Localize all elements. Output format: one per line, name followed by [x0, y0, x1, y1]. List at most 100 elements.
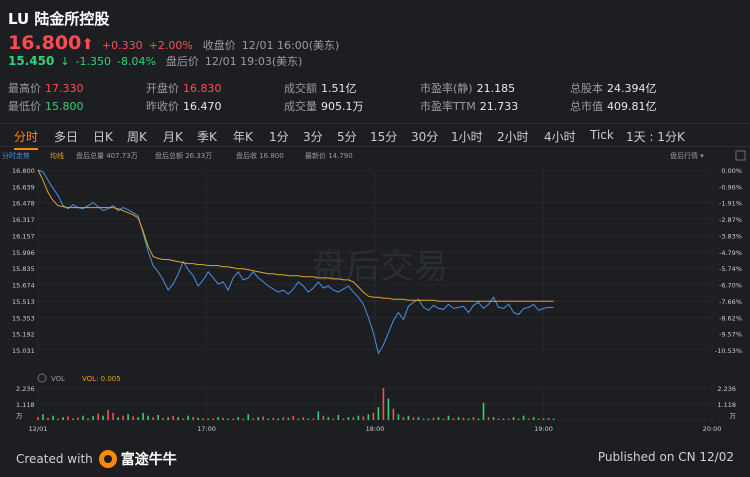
chart-series	[37, 169, 554, 355]
price-tick-label: 15.674	[12, 282, 35, 290]
futu-logo-icon	[98, 450, 117, 468]
tab-monthly-k[interactable]: 月K	[163, 128, 183, 145]
time-axis-labels: 12/01 17:00 18:00 19:00 20:00	[29, 425, 722, 433]
after-change-pct: -8.04%	[117, 55, 156, 68]
volume-bar	[137, 417, 139, 420]
stat-open: 开盘价 16.830	[146, 82, 222, 95]
volume-bar	[387, 398, 390, 420]
volume-bar	[232, 418, 235, 420]
after-change: -1.350	[75, 55, 111, 68]
volume-bar	[187, 415, 189, 420]
tab-quarterly-k[interactable]: 季K	[197, 128, 217, 145]
volume-bar	[532, 417, 535, 420]
stat-high: 最高价 17.330	[8, 82, 84, 95]
pct-tick-label: -10.53%	[715, 347, 742, 355]
tab-2hour[interactable]: 2小时	[497, 128, 529, 145]
time-tick-label: 18:00	[366, 425, 385, 433]
volume-bar	[362, 416, 365, 420]
volume-bar	[267, 418, 270, 420]
price-line	[37, 169, 554, 355]
volume-bar	[472, 417, 475, 420]
volume-bar	[452, 418, 455, 420]
volume-bar	[207, 418, 210, 420]
volume-bar	[282, 417, 285, 420]
tab-1hour[interactable]: 1小时	[451, 128, 483, 145]
volume-bar	[292, 415, 295, 420]
stat-prev-close: 昨收价 16.470	[146, 100, 222, 113]
volume-bar	[302, 417, 305, 420]
pct-tick-label: -3.83%	[719, 232, 742, 240]
volume-bar	[257, 417, 260, 420]
volume-bar	[262, 416, 265, 420]
volume-bar	[287, 417, 290, 420]
tab-multiday[interactable]: 多日	[54, 128, 78, 145]
volume-bar	[512, 417, 515, 420]
pct-tick-label: -6.70%	[719, 282, 742, 290]
volume-bar	[402, 417, 405, 420]
volume-bar	[527, 418, 530, 420]
volume-bar	[62, 417, 64, 420]
price-tick-label: 16.478	[12, 200, 35, 208]
volume-settings-icon[interactable]	[37, 373, 47, 383]
pct-tick-label: -7.66%	[719, 298, 742, 306]
volume-bar	[312, 418, 315, 420]
after-hours-quote-link[interactable]: 盘后行情 ▾	[670, 151, 704, 160]
tab-daily-k[interactable]: 日K	[93, 128, 113, 145]
stat-pe-ttm: 市盈率TTM 21.733	[420, 100, 519, 113]
volume-bar	[457, 417, 460, 420]
volume-bar	[127, 414, 129, 420]
tab-tick[interactable]: Tick	[590, 128, 614, 142]
volume-bar	[447, 415, 450, 420]
tab-30min[interactable]: 30分	[411, 128, 438, 145]
volume-bar	[507, 418, 510, 420]
volume-bar	[547, 417, 550, 420]
arrow-down-icon: ↓	[60, 55, 70, 68]
tab-3min[interactable]: 3分	[303, 128, 323, 145]
tab-1min[interactable]: 1分	[269, 128, 289, 145]
volume-bar	[517, 418, 520, 420]
tab-weekly-k[interactable]: 周K	[127, 128, 147, 145]
price-tick-label: 15.031	[12, 347, 35, 355]
volume-bar	[502, 418, 505, 420]
brand-name: 富途牛牛	[120, 452, 177, 468]
volume-bar	[172, 415, 174, 420]
volume-bar	[297, 418, 300, 420]
legend-last-price: 最新价 14.790	[305, 151, 353, 160]
tab-15min[interactable]: 15分	[370, 128, 397, 145]
pct-tick-label: -1.91%	[719, 200, 742, 208]
published-text: Published on CN 12/02	[597, 450, 734, 464]
volume-bar	[72, 418, 74, 420]
tab-intraday[interactable]: 分时	[14, 128, 39, 150]
volume-tick-label-right: 2.236	[717, 385, 736, 393]
volume-bar	[467, 418, 470, 420]
volume-bar	[157, 414, 159, 420]
stat-market-cap: 总市值 409.81亿	[570, 100, 657, 113]
pct-tick-label: -0.96%	[719, 183, 742, 191]
volume-bar	[422, 418, 425, 420]
tab-4hour[interactable]: 4小时	[544, 128, 576, 145]
volume-bar	[392, 408, 395, 420]
expand-icon[interactable]	[735, 150, 746, 161]
volume-bar	[242, 418, 245, 420]
price-tick-label: 15.192	[12, 331, 35, 339]
close-price: 16.800	[8, 32, 82, 54]
volume-bar	[212, 418, 215, 420]
time-tick-label: 19:00	[534, 425, 553, 433]
tab-yearly-k[interactable]: 年K	[233, 128, 253, 145]
volume-bar	[477, 418, 480, 420]
legend-avg-label: 均线	[50, 151, 64, 160]
volume-bar	[162, 417, 164, 420]
tab-5min[interactable]: 5分	[337, 128, 357, 145]
tab-1day-1min[interactable]: 1天 : 1分K	[626, 128, 685, 145]
volume-bar	[432, 417, 435, 420]
volume-bar	[132, 416, 134, 420]
stat-volume: 成交量 905.1万	[284, 100, 364, 113]
volume-bar	[227, 418, 230, 420]
volume-bar	[82, 415, 84, 420]
volume-bar	[347, 417, 350, 420]
volume-bar	[307, 418, 310, 420]
created-with-text: Created with	[16, 452, 93, 466]
pct-tick-label: -9.57%	[719, 331, 742, 339]
time-tick-label: 12/01	[29, 425, 48, 433]
volume-bar	[117, 417, 119, 420]
